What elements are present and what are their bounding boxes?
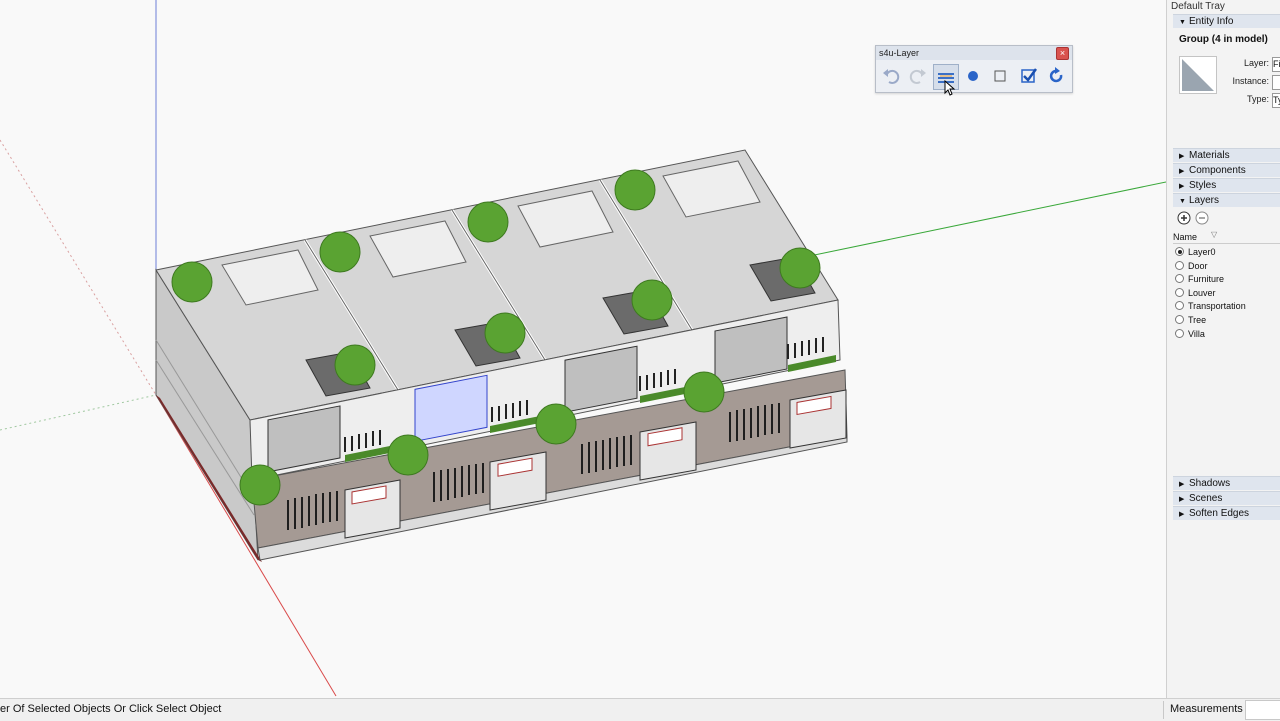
- layers-label: Layers: [1189, 195, 1220, 206]
- materials-label: Materials: [1189, 150, 1230, 161]
- scenes-label: Scenes: [1189, 493, 1223, 504]
- styles-header[interactable]: ▶ Styles: [1173, 178, 1280, 192]
- measurements-label: Measurements: [1170, 703, 1243, 715]
- styles-label: Styles: [1189, 180, 1217, 191]
- type-label: Type:: [1246, 94, 1269, 104]
- radio-icon[interactable]: [1175, 315, 1184, 324]
- layers-column-header[interactable]: Name ▽: [1173, 230, 1280, 244]
- green-axis-dotted: [0, 394, 157, 431]
- status-divider: [1163, 701, 1164, 719]
- layer-name: Louver: [1188, 288, 1216, 298]
- undo-button[interactable]: [879, 64, 903, 88]
- model-viewport[interactable]: [0, 0, 1166, 698]
- layer-item[interactable]: Tree: [1175, 314, 1206, 327]
- layer-name: Tree: [1188, 315, 1207, 325]
- refresh-icon: [1049, 67, 1063, 83]
- expand-down-icon: ▼: [1179, 19, 1186, 26]
- shadows-label: Shadows: [1189, 478, 1231, 489]
- entity-info-header[interactable]: ▼ Entity Info: [1173, 14, 1280, 28]
- green-axis: [799, 181, 1166, 259]
- layer-item[interactable]: Door: [1175, 260, 1208, 273]
- layers-header[interactable]: ▼ Layers: [1173, 193, 1280, 207]
- expand-down-icon: ▼: [1179, 198, 1186, 205]
- expand-right-icon: ▶: [1179, 496, 1185, 503]
- square-icon: [994, 70, 1006, 82]
- instance-field[interactable]: [1272, 75, 1280, 90]
- tray-title: Default Tray: [1171, 1, 1225, 12]
- active-radio-icon[interactable]: [1175, 247, 1184, 256]
- s4u-layer-toolbar[interactable]: s4u-Layer ×: [875, 45, 1073, 96]
- layer-item[interactable]: Louver: [1175, 287, 1216, 300]
- status-bar: er Of Selected Objects Or Click Select O…: [0, 698, 1280, 721]
- layer-name: Transportation: [1188, 301, 1246, 311]
- status-message: er Of Selected Objects Or Click Select O…: [0, 703, 222, 715]
- redo-button[interactable]: [906, 64, 930, 88]
- measurements-input[interactable]: [1245, 700, 1280, 720]
- radio-icon[interactable]: [1175, 288, 1184, 297]
- circle-button[interactable]: [961, 64, 985, 88]
- square-button[interactable]: [988, 64, 1012, 88]
- layer-name: Door: [1188, 261, 1208, 271]
- layer-name: Villa: [1188, 329, 1205, 339]
- components-header[interactable]: ▶ Components: [1173, 163, 1280, 177]
- check-button[interactable]: [1017, 64, 1041, 88]
- layer-name: Layer0: [1188, 247, 1216, 257]
- expand-right-icon: ▶: [1179, 168, 1185, 175]
- layer-field[interactable]: Fi: [1272, 57, 1280, 72]
- layer-item[interactable]: Villa: [1175, 328, 1205, 341]
- layer-item[interactable]: Furniture: [1175, 273, 1224, 286]
- layer-label: Layer:: [1243, 58, 1269, 68]
- radio-icon[interactable]: [1175, 329, 1184, 338]
- layer-item[interactable]: Layer0: [1175, 246, 1216, 259]
- soften-edges-label: Soften Edges: [1189, 508, 1250, 519]
- expand-right-icon: ▶: [1179, 481, 1185, 488]
- components-label: Components: [1189, 165, 1246, 176]
- expand-right-icon: ▶: [1179, 511, 1185, 518]
- radio-icon[interactable]: [1175, 301, 1184, 310]
- mouse-cursor-icon: [944, 80, 956, 96]
- entity-info-label: Entity Info: [1189, 16, 1234, 27]
- layer-name: Furniture: [1188, 274, 1225, 284]
- undo-icon: [883, 69, 900, 84]
- redo-icon: [909, 69, 926, 84]
- toolbar-close-button[interactable]: ×: [1056, 47, 1069, 60]
- check-icon: [1021, 68, 1038, 83]
- expand-right-icon: ▶: [1179, 153, 1185, 160]
- expand-right-icon: ▶: [1179, 183, 1185, 190]
- scenes-header[interactable]: ▶ Scenes: [1173, 491, 1280, 505]
- entity-title: Group (4 in model): [1179, 34, 1268, 45]
- type-field[interactable]: Ty: [1272, 93, 1280, 108]
- radio-icon[interactable]: [1175, 274, 1184, 283]
- toolbar-title: s4u-Layer: [876, 46, 1072, 60]
- add-layer-icon[interactable]: [1177, 211, 1191, 225]
- refresh-button[interactable]: [1044, 64, 1068, 88]
- circle-icon: [968, 71, 978, 81]
- layer-item[interactable]: Transportation: [1175, 300, 1246, 313]
- materials-header[interactable]: ▶ Materials: [1173, 148, 1280, 162]
- model-canvas[interactable]: [0, 0, 1166, 698]
- instance-label: Instance:: [1232, 76, 1269, 86]
- red-axis-dotted: [0, 139, 157, 396]
- name-column-label: Name: [1173, 232, 1198, 242]
- radio-icon[interactable]: [1175, 261, 1184, 270]
- remove-layer-icon[interactable]: [1195, 211, 1209, 225]
- sort-icon: ▽: [1211, 230, 1218, 239]
- shadows-header[interactable]: ▶ Shadows: [1173, 476, 1280, 490]
- default-tray: Default Tray ▼ Entity Info Group (4 in mo…: [1166, 0, 1280, 698]
- soften-edges-header[interactable]: ▶ Soften Edges: [1173, 506, 1280, 520]
